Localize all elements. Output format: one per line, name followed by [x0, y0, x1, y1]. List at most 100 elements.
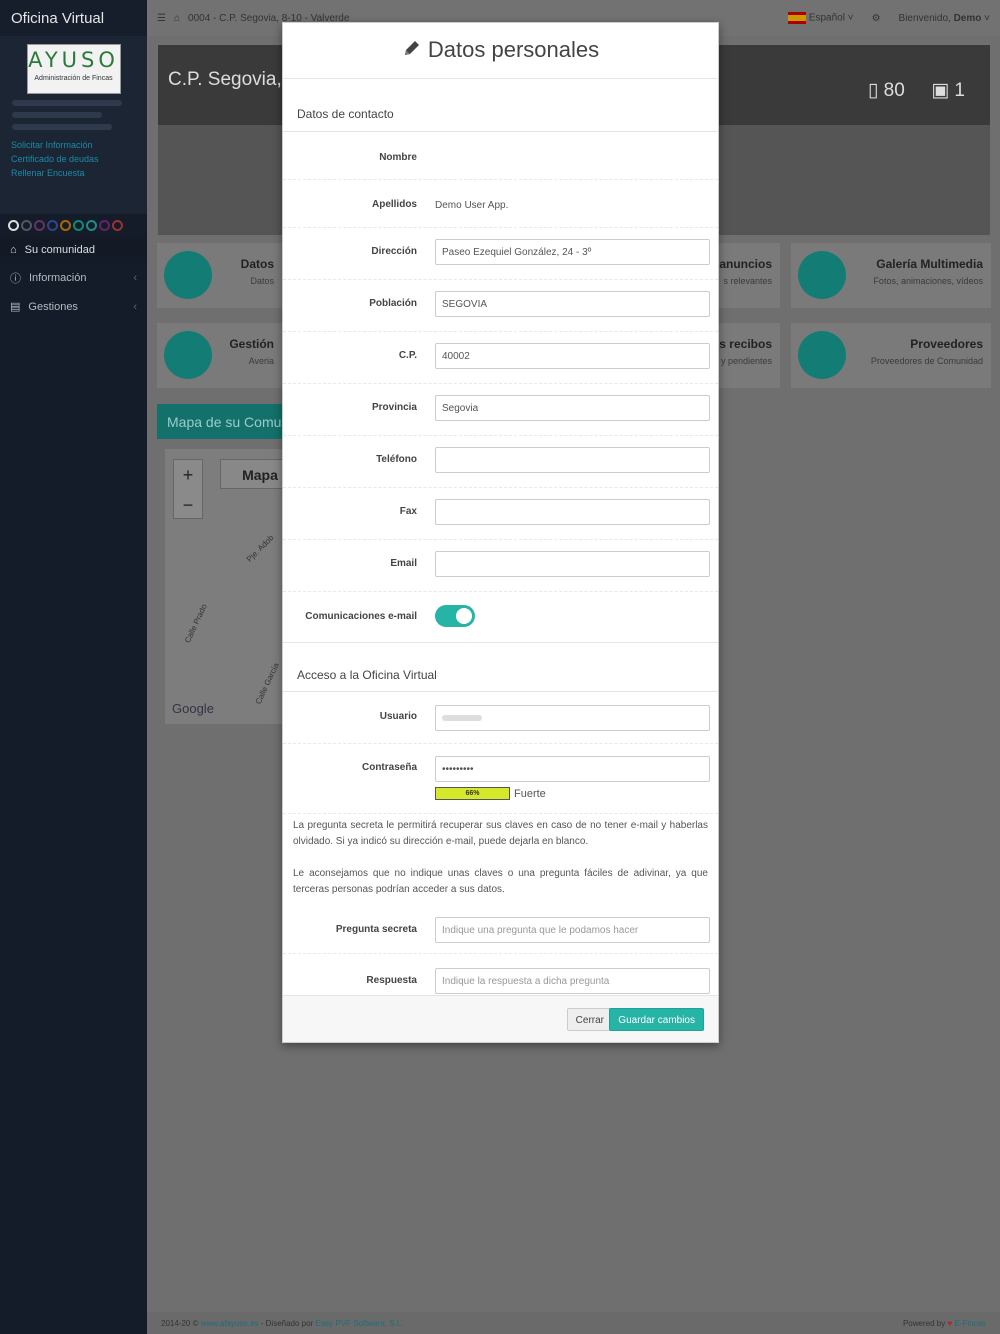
telefono-label: Teléfono — [376, 454, 417, 465]
secret-answer-input[interactable]: Indique la respuesta a dicha pregunta — [435, 968, 710, 994]
card-title: Gestión — [229, 337, 274, 351]
row-direccion: Dirección Paseo Ezequiel González, 24 - … — [283, 228, 718, 280]
language-selector[interactable]: Español ˅ — [788, 12, 854, 24]
document-icon — [164, 251, 212, 299]
poblacion-label: Población — [369, 298, 417, 309]
card-recibos[interactable]: s recibos y pendientes — [719, 323, 780, 388]
home-icon: ⌂ — [10, 244, 17, 256]
direccion-input[interactable]: Paseo Ezequiel González, 24 - 3º — [435, 239, 710, 265]
sidebar-item-gestiones[interactable]: ▤ Gestiones ‹ — [0, 293, 147, 320]
footer-powered-by: Powered by — [902, 1318, 946, 1328]
cp-input[interactable]: 40002 — [435, 343, 710, 369]
company-logo: AYUSO Administración de Fincas — [26, 44, 121, 94]
page-footer: 2014-20 © www.afayuso.es - Diseñado por … — [147, 1312, 1000, 1334]
theme-color-picker[interactable] — [0, 214, 147, 237]
secret-question-input[interactable]: Indique una pregunta que le podamos hace… — [435, 917, 710, 943]
blurred-info — [12, 124, 112, 130]
card-datos[interactable]: Datos Datos — [157, 243, 282, 308]
fax-input[interactable] — [435, 499, 710, 525]
comunicaciones-toggle[interactable] — [435, 605, 475, 627]
briefcase-icon: ▤ — [10, 301, 21, 313]
banner-title: C.P. Segovia, — [168, 69, 282, 90]
card-title: s recibos — [719, 337, 772, 351]
card-subtitle: Proveedores de Comunidad — [870, 356, 983, 366]
link-rellenar-encuesta[interactable]: Rellenar Encuesta — [11, 168, 147, 178]
card-galeria-multimedia[interactable]: Galería Multimedia Fotos, animaciones, v… — [791, 243, 991, 308]
color-option[interactable] — [60, 220, 71, 231]
banner-stats: ▯ 80 ▣ 1 — [868, 79, 965, 102]
card-gestion[interactable]: Gestión Averia — [157, 323, 282, 388]
close-button[interactable]: Cerrar — [566, 1008, 613, 1031]
card-title: anuncios — [719, 257, 772, 271]
footer-designed-by: - Diseñado por — [260, 1318, 314, 1328]
row-nombre: Nombre — [283, 132, 718, 180]
card-title: Proveedores — [910, 337, 983, 351]
save-button[interactable]: Guardar cambios — [609, 1008, 704, 1031]
map-street-label: Calle Prado — [182, 602, 209, 645]
link-certificado-deudas[interactable]: Certificado de deudas — [11, 154, 147, 164]
row-usuario: Usuario — [283, 692, 718, 744]
pregunta-label: Pregunta secreta — [335, 924, 417, 935]
fax-label: Fax — [399, 506, 417, 517]
footer-website-link[interactable]: www.afayuso.es — [201, 1319, 259, 1328]
row-email: Email — [283, 540, 718, 592]
card-title: Datos — [240, 257, 274, 271]
strength-bar: 66% — [435, 787, 510, 800]
card-anuncios[interactable]: anuncios s relevantes — [719, 243, 780, 308]
logo-title: AYUSO — [28, 48, 119, 72]
row-poblacion: Población SEGOVIA — [283, 280, 718, 332]
menu-toggle-icon[interactable]: ☰ — [157, 13, 166, 24]
row-telefono: Teléfono — [283, 436, 718, 488]
color-option[interactable] — [34, 220, 45, 231]
color-option[interactable] — [73, 220, 84, 231]
color-option[interactable] — [21, 220, 32, 231]
provincia-input[interactable]: Segovia — [435, 395, 710, 421]
image-icon — [798, 251, 846, 299]
direccion-label: Dirección — [371, 246, 417, 257]
sidebar-item-informacion[interactable]: ⓘ Información ‹ — [0, 263, 147, 293]
footer-designer-link[interactable]: Easy PVF Software, S.L. — [315, 1319, 403, 1328]
blurred-info — [12, 112, 102, 118]
brand-title[interactable]: Oficina Virtual — [0, 0, 147, 36]
tools-icon — [798, 331, 846, 379]
row-comunicaciones: Comunicaciones e-mail — [283, 592, 718, 642]
cp-label: C.P. — [398, 350, 417, 361]
card-proveedores[interactable]: Proveedores Proveedores de Comunidad — [791, 323, 991, 388]
blurred-info — [12, 100, 122, 106]
usuario-input[interactable] — [435, 705, 710, 731]
color-option[interactable] — [99, 220, 110, 231]
color-option[interactable] — [47, 220, 58, 231]
strength-text: Fuerte — [514, 787, 546, 800]
color-option[interactable] — [112, 220, 123, 231]
provincia-label: Provincia — [371, 402, 417, 413]
sidebar-item-label: Información — [29, 272, 87, 284]
link-solicitar-informacion[interactable]: Solicitar Información — [11, 140, 147, 150]
email-label: Email — [390, 558, 417, 569]
home-icon: ⌂ — [173, 12, 181, 24]
row-contrasena: Contraseña ••••••••• 66% Fuerte — [283, 744, 718, 814]
zoom-out-button[interactable]: − — [174, 490, 202, 520]
poblacion-input[interactable]: SEGOVIA — [435, 291, 710, 317]
card-title: Galería Multimedia — [876, 257, 983, 271]
sidebar-item-su-comunidad[interactable]: ⌂ Su comunidad — [0, 237, 147, 263]
password-input[interactable]: ••••••••• — [435, 756, 710, 782]
google-logo: Google — [172, 701, 214, 716]
telefono-input[interactable] — [435, 447, 710, 473]
user-menu[interactable]: Bienvenido, Demo ˅ — [899, 13, 990, 24]
password-strength: 66% Fuerte — [435, 787, 546, 800]
card-subtitle: s relevantes — [723, 276, 772, 286]
map-street-label: Calle García — [253, 661, 281, 706]
card-subtitle: Averia — [248, 356, 274, 366]
row-fax: Fax — [283, 488, 718, 540]
card-subtitle: Fotos, animaciones, vídeos — [873, 276, 983, 286]
footer-efincas-link[interactable]: E-Fincas — [954, 1319, 986, 1328]
gear-icon[interactable]: ⚙ — [872, 13, 881, 24]
color-option[interactable] — [86, 220, 97, 231]
logo-subtitle: Administración de Fincas — [34, 75, 113, 82]
email-input[interactable] — [435, 551, 710, 577]
color-option[interactable] — [8, 220, 19, 231]
zoom-in-button[interactable]: + — [174, 460, 202, 490]
card-subtitle: Datos — [250, 276, 274, 286]
modal-title: Datos personales — [427, 37, 600, 62]
row-apellidos: Apellidos Demo User App. — [283, 180, 718, 228]
